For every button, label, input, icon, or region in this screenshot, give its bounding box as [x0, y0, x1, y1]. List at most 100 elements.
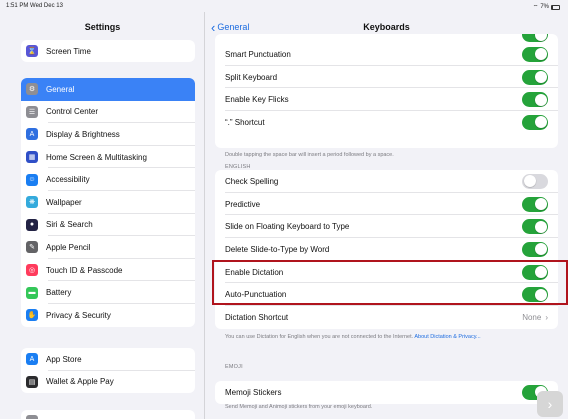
emoji-section-header: EMOJI — [225, 364, 243, 370]
sidebar-title: Settings — [84, 22, 121, 32]
chevron-right-icon: › — [547, 396, 553, 412]
setting-row-delete-slide-to-type-by-word: Delete Slide-to-Type by Word — [215, 238, 558, 261]
sidebar-item-label: Accessibility — [46, 175, 90, 185]
setting-label: Slide on Floating Keyboard to Type — [225, 222, 350, 232]
enable-key-flicks-toggle[interactable] — [522, 92, 548, 108]
partial-icon — [26, 415, 38, 419]
sidebar-item-partial[interactable] — [21, 410, 195, 419]
accessibility-icon: ☺ — [26, 173, 38, 186]
setting-row-memoji-stickers: Memoji Stickers — [215, 381, 558, 404]
sidebar-item-label: Wallet & Apple Pay — [46, 377, 114, 387]
about-dictation-link[interactable]: About Dictation & Privacy... — [414, 334, 480, 340]
wallpaper-icon: ❋ — [26, 196, 38, 209]
check-spelling-toggle[interactable] — [522, 173, 548, 189]
sidebar-item-label: Privacy & Security — [46, 310, 111, 320]
emoji-footnote: Send Memoji and Animoji stickers from yo… — [225, 404, 373, 410]
setting-row-shortcut: “.” Shortcut — [215, 111, 558, 134]
sidebar-item-label: General — [46, 84, 75, 94]
sidebar-item-label: Home Screen & Multitasking — [46, 152, 147, 162]
delete-slide-to-type-by-word-toggle[interactable] — [522, 241, 548, 257]
wifi-icon: ⌔ — [532, 5, 539, 11]
status-time: 1:51 PM Wed Dec 13 — [6, 3, 63, 9]
sidebar-group-store: A App Store ▤ Wallet & Apple Pay — [21, 348, 195, 394]
setting-row-smart-punctuation: Smart Punctuation — [215, 43, 558, 66]
sidebar-item-label: Battery — [46, 288, 72, 298]
fingerprint-icon: ◎ — [26, 264, 38, 277]
pencil-icon: ✎ — [26, 241, 38, 254]
sidebar-item-wallpaper[interactable]: ❋ Wallpaper — [21, 191, 195, 214]
highlight-box — [212, 260, 568, 305]
setting-label: Check Spelling — [225, 176, 279, 186]
setting-label: Memoji Stickers — [225, 387, 282, 397]
battery-icon: ▬ — [26, 286, 38, 299]
emoji-options-card: Memoji Stickers — [215, 381, 558, 404]
sidebar-item-screen-time[interactable]: ⌛ Screen Time — [21, 40, 195, 62]
sidebar-item-home-screen-multitasking[interactable]: ▦ Home Screen & Multitasking — [21, 146, 195, 169]
grid-icon: ▦ — [26, 151, 38, 164]
sidebar-item-label: Display & Brightness — [46, 129, 120, 139]
keyboards-panel: ‹ General Keyboards Smart Punctuation Spl… — [205, 12, 568, 419]
setting-label: Delete Slide-to-Type by Word — [225, 244, 330, 254]
sidebar-item-touch-id-passcode[interactable]: ◎ Touch ID & Passcode — [21, 259, 195, 282]
hand-icon: ✋ — [26, 309, 38, 322]
split-keyboard-toggle[interactable] — [522, 69, 548, 85]
setting-label: “.” Shortcut — [225, 117, 265, 127]
setting-label: Enable Key Flicks — [225, 95, 289, 105]
period-shortcut-footnote: Double tapping the space bar will insert… — [225, 152, 394, 158]
status-indicators: ⌔ 7% — [533, 3, 560, 11]
sidebar-item-label: Touch ID & Passcode — [46, 265, 123, 275]
sidebar-item-label: App Store — [46, 354, 82, 364]
settings-sidebar: Settings ⌛ Screen Time ⚙ General ☰ Control C… — [0, 12, 205, 419]
dictation-footnote: You can use Dictation for English when y… — [225, 334, 481, 340]
shortcut-toggle[interactable] — [522, 114, 548, 130]
setting-label: Smart Punctuation — [225, 49, 291, 59]
sidebar-group-partial — [21, 410, 195, 419]
sidebar-group-screen-time: ⌛ Screen Time — [21, 40, 195, 62]
slide-on-floating-keyboard-to-type-toggle[interactable] — [522, 219, 548, 235]
display-icon: A — [26, 128, 38, 141]
sidebar-item-battery[interactable]: ▬ Battery — [21, 281, 195, 304]
sidebar-item-label: Wallpaper — [46, 197, 82, 207]
battery-icon — [551, 4, 560, 10]
siri-icon: ● — [26, 218, 38, 231]
sidebar-item-app-store[interactable]: A App Store — [21, 348, 195, 371]
setting-row-enable-key-flicks: Enable Key Flicks — [215, 88, 558, 111]
sidebar-item-wallet-apple-pay[interactable]: ▤ Wallet & Apple Pay — [21, 371, 195, 394]
keyboard-options-card: Smart Punctuation Split Keyboard Enable Ke… — [215, 34, 558, 148]
sidebar-item-display-brightness[interactable]: A Display & Brightness — [21, 123, 195, 146]
setting-label: Predictive — [225, 199, 261, 209]
battery-percent: 7% — [540, 4, 549, 10]
sidebar-item-control-center[interactable]: ☰ Control Center — [21, 101, 195, 124]
sidebar-item-privacy-security[interactable]: ✋ Privacy & Security — [21, 304, 195, 327]
sidebar-item-label: Control Center — [46, 107, 99, 117]
chevron-right-icon: › — [545, 312, 548, 322]
sidebar-item-label: Siri & Search — [46, 220, 93, 230]
setting-label: Dictation Shortcut — [225, 312, 289, 322]
hourglass-icon: ⌛ — [26, 45, 38, 57]
sidebar-group-general: ⚙ General ☰ Control Center A Display & Bright… — [21, 78, 195, 327]
app-store-icon: A — [26, 353, 38, 366]
gear-icon: ⚙ — [26, 83, 38, 96]
dictation-shortcut-row[interactable]: Dictation Shortcut None › — [215, 306, 558, 329]
sidebar-item-accessibility[interactable]: ☺ Accessibility — [21, 168, 195, 191]
setting-row-split-keyboard: Split Keyboard — [215, 66, 558, 89]
dictation-shortcut-value: None — [522, 312, 542, 322]
setting-row-predictive: Predictive — [215, 193, 558, 216]
predictive-toggle[interactable] — [522, 196, 548, 212]
setting-row-slide-on-floating-keyboard-to-type: Slide on Floating Keyboard to Type — [215, 215, 558, 238]
sidebar-item-label: Apple Pencil — [46, 242, 91, 252]
sidebar-item-label: Screen Time — [46, 46, 91, 56]
smart-punctuation-toggle[interactable] — [522, 46, 548, 62]
wallet-icon: ▤ — [26, 375, 38, 388]
setting-label: Split Keyboard — [225, 72, 278, 82]
sidebar-item-general[interactable]: ⚙ General — [21, 78, 195, 101]
partial-toggle[interactable] — [522, 34, 548, 42]
partial-row — [215, 34, 558, 43]
page-title: Keyboards — [363, 22, 410, 32]
sidebar-item-siri-search[interactable]: ● Siri & Search — [21, 214, 195, 237]
status-bar: 1:51 PM Wed Dec 13 ⌔ 7% — [0, 0, 568, 12]
setting-row-check-spelling: Check Spelling — [215, 170, 558, 193]
sliders-icon: ☰ — [26, 105, 38, 118]
sidebar-item-apple-pencil[interactable]: ✎ Apple Pencil — [21, 236, 195, 259]
scroll-right-button[interactable]: › — [537, 391, 563, 417]
